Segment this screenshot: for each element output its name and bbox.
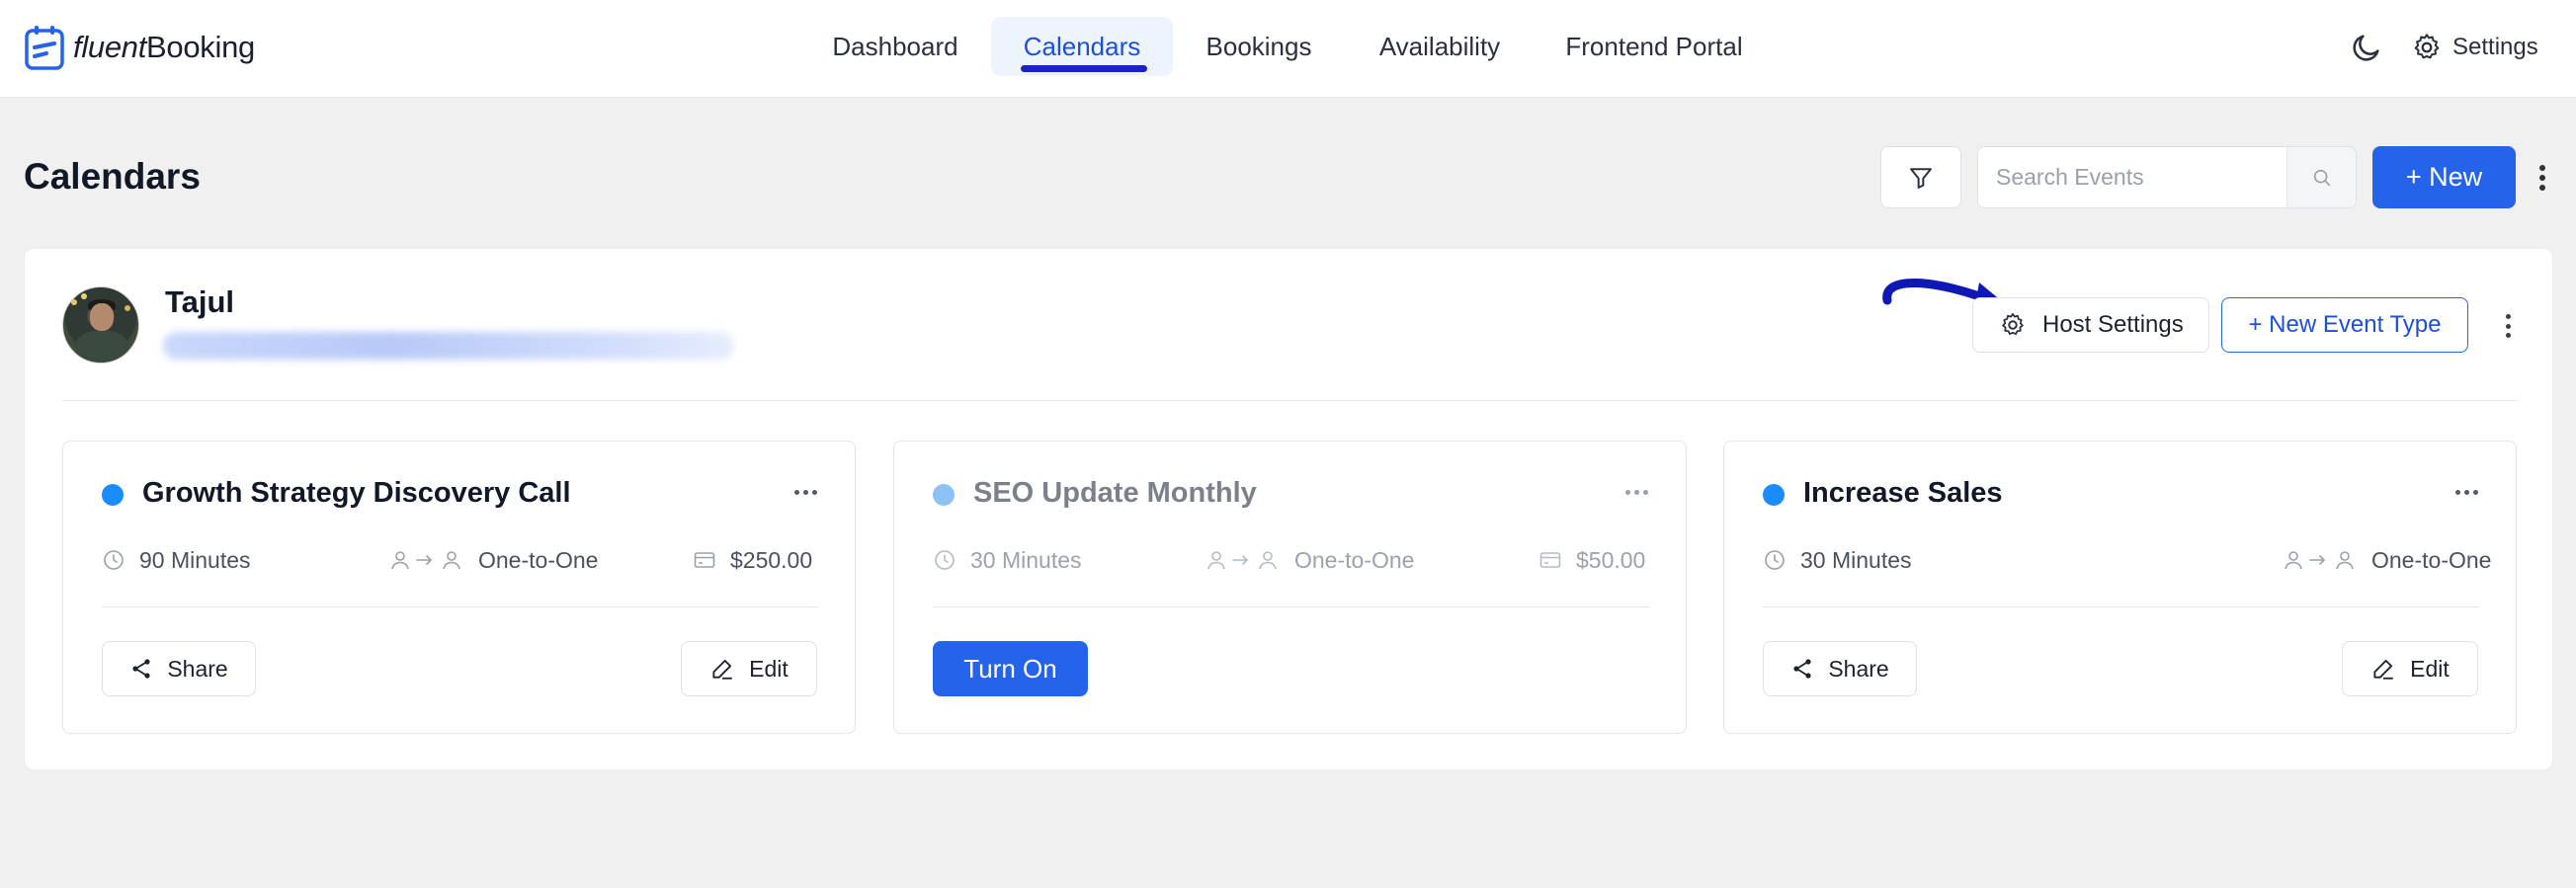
card-divider: [1763, 606, 2479, 607]
host-settings-button[interactable]: Host Settings: [1972, 297, 2209, 353]
host-name: Tajul: [165, 284, 235, 319]
status-dot: [1763, 484, 1785, 506]
share-icon: [132, 659, 150, 679]
new-event-type-button[interactable]: + New Event Type: [2221, 297, 2468, 353]
host-more-options-icon[interactable]: [2498, 311, 2518, 341]
more-horizontal-icon[interactable]: [794, 490, 817, 495]
filter-icon: [1910, 167, 1932, 189]
edit-button[interactable]: Edit: [681, 641, 817, 696]
credit-card-icon: [1539, 552, 1561, 568]
gear-icon: [2414, 34, 2440, 59]
event-type: One-to-One: [2283, 543, 2491, 577]
brand-name: fluentBooking: [73, 30, 255, 64]
clock-icon: [935, 550, 955, 570]
one-to-one-icon: [1207, 551, 1277, 570]
event-type: One-to-One: [1205, 543, 1414, 577]
nav-bookings[interactable]: Bookings: [1189, 17, 1329, 76]
event-duration: 90 Minutes: [102, 543, 251, 577]
event-price: $250.00: [693, 543, 812, 577]
filter-button[interactable]: [1880, 146, 1961, 208]
nav-frontend-portal[interactable]: Frontend Portal: [1551, 17, 1757, 76]
brand-logo[interactable]: fluentBooking: [24, 24, 255, 71]
event-title[interactable]: Increase Sales: [1803, 477, 2003, 510]
share-icon: [1793, 659, 1811, 679]
moon-icon[interactable]: [2350, 31, 2383, 64]
clock-icon: [104, 550, 124, 570]
event-duration: 30 Minutes: [933, 543, 1082, 577]
event-card-seo-update: SEO Update Monthly 30 Minutes One-to-One…: [893, 441, 1687, 734]
status-dot: [102, 484, 124, 506]
search-button[interactable]: [2286, 147, 2356, 207]
search-box: [1977, 146, 2357, 208]
search-icon: [2313, 169, 2330, 186]
share-button[interactable]: Share: [1763, 641, 1917, 696]
event-price: $50.00: [1538, 543, 1645, 577]
event-title[interactable]: SEO Update Monthly: [973, 477, 1257, 510]
event-duration: 30 Minutes: [1763, 543, 1912, 577]
pencil-icon: [2373, 659, 2393, 680]
event-card-growth-strategy: Growth Strategy Discovery Call 90 Minute…: [62, 441, 856, 734]
one-to-one-icon: [391, 551, 460, 570]
avatar: [62, 286, 139, 363]
host-email-blurred: [163, 332, 734, 360]
host-settings-label: Host Settings: [2042, 311, 2184, 338]
share-button[interactable]: Share: [102, 641, 256, 696]
nav-active-underline: [1021, 65, 1147, 72]
gear-icon: [2002, 313, 2024, 335]
fluentbooking-logo-icon: [25, 26, 64, 70]
card-divider: [933, 606, 1649, 607]
settings-link[interactable]: Settings: [2411, 29, 2538, 66]
page-more-options-icon[interactable]: [2533, 161, 2552, 195]
nav-dashboard[interactable]: Dashboard: [816, 17, 974, 76]
more-horizontal-icon[interactable]: [1625, 490, 1648, 495]
host-calendar-card: Tajul Host Settings + New Event Type Gro…: [24, 248, 2553, 770]
event-card-increase-sales: Increase Sales 30 Minutes One-to-One Sha…: [1723, 441, 2517, 734]
edit-button[interactable]: Edit: [2342, 641, 2478, 696]
page-title: Calendars: [24, 156, 201, 197]
clock-icon: [1765, 550, 1785, 570]
host-divider: [62, 400, 2518, 401]
new-calendar-button[interactable]: + New: [2372, 146, 2516, 208]
card-divider: [102, 606, 818, 607]
turn-on-button[interactable]: Turn On: [933, 641, 1088, 696]
event-type: One-to-One: [389, 543, 598, 577]
status-dot: [933, 484, 955, 506]
one-to-one-icon: [2285, 551, 2354, 570]
event-title[interactable]: Growth Strategy Discovery Call: [142, 477, 571, 510]
settings-label: Settings: [2452, 34, 2538, 60]
search-input[interactable]: [1978, 147, 2288, 207]
credit-card-icon: [694, 552, 715, 568]
more-horizontal-icon[interactable]: [2455, 490, 2478, 495]
top-navigation-bar: fluentBooking Dashboard Calendars Bookin…: [0, 0, 2576, 98]
nav-availability[interactable]: Availability: [1359, 17, 1521, 76]
pencil-icon: [712, 659, 732, 680]
